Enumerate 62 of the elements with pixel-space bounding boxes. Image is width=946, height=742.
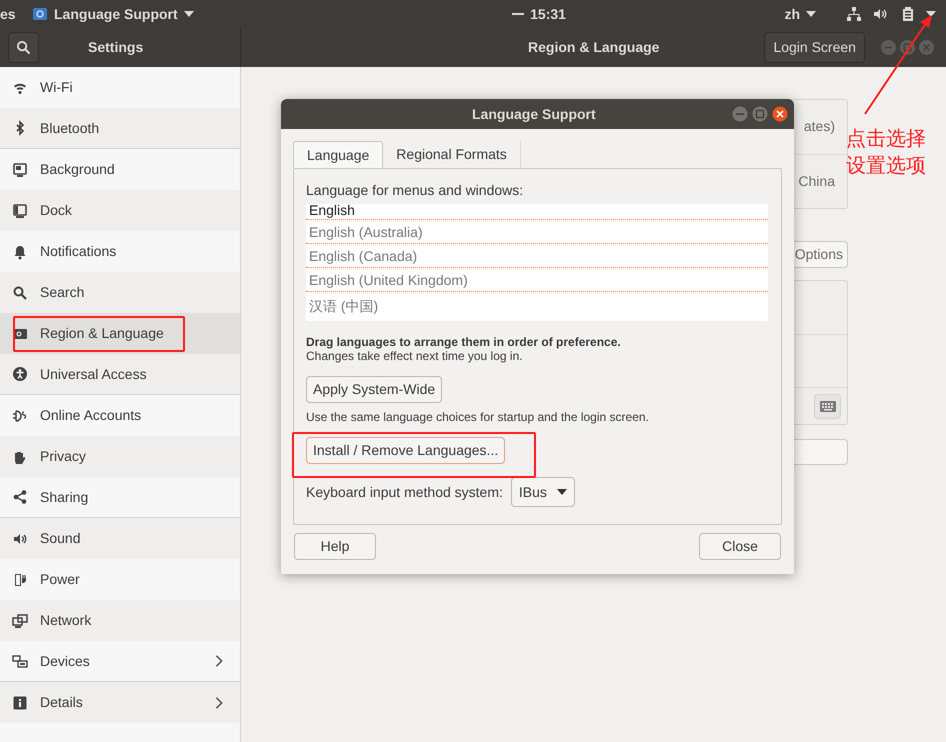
notification-dash-icon [512,13,524,15]
install-remove-languages-button[interactable]: Install / Remove Languages... [306,437,506,464]
sidebar-item[interactable]: Dock [0,190,240,231]
caret-icon [556,489,567,495]
battery-plug-icon [12,572,28,588]
search-button[interactable] [8,32,39,63]
window-title: Region & Language [528,38,660,57]
close-button[interactable]: Close [699,533,781,560]
login-screen-button[interactable]: Login Screen [764,32,865,63]
annotation-note: 点击选择设置选项 [846,127,927,179]
help-button[interactable]: Help [294,533,376,560]
system-menu-caret-icon[interactable] [926,11,936,17]
language-item[interactable]: 汉语 (中国) [306,292,768,321]
search-icon [12,284,28,300]
keyboard-icon [820,400,836,412]
activities-button[interactable]: es [0,4,20,24]
sidebar-item[interactable]: Network [0,600,240,641]
tab[interactable]: Language [293,141,384,168]
input-method-dropdown[interactable]: IBus [510,477,575,507]
sidebar-item[interactable]: Details [0,682,240,723]
sidebar-item[interactable]: Sound [0,518,240,559]
dialog-title: Language Support [472,104,596,124]
sidebar-title: Settings [88,38,144,57]
list-label: Language for menus and windows: [306,181,524,199]
sidebar-item[interactable]: Privacy [0,436,240,477]
app-menu[interactable]: Language Support [32,4,194,24]
apply-note: Use the same language choices for startup and the login screen. [306,410,650,425]
battery-icon[interactable] [902,6,914,22]
network-icon [12,612,28,628]
sidebar-item[interactable]: Universal Access [0,354,240,395]
input-source-menu[interactable]: zh [784,4,816,24]
sidebar-item[interactable]: Bluetooth [0,108,240,149]
monitor-icon [12,162,28,178]
chevron-right-icon [214,696,224,710]
chevron-right-icon [214,654,224,668]
search-icon [16,40,31,55]
apply-system-wide-button[interactable]: Apply System-Wide [306,376,442,403]
monitor-icon [12,202,28,218]
plug-icon [12,408,28,424]
changes-note: Changes take effect next time you log in. [306,349,524,364]
language-item[interactable]: English (Canada) [306,244,768,268]
share-icon [12,489,28,505]
maximize-icon[interactable] [900,40,915,55]
language-item[interactable]: English (United Kingdom) [306,268,768,292]
person-icon [12,366,28,382]
language-item[interactable]: English (Australia) [306,220,768,244]
close-icon[interactable] [772,106,788,122]
caret-icon [184,11,194,17]
sidebar-item[interactable]: Region & Language [0,313,240,354]
app-icon [32,6,48,22]
minimize-icon[interactable] [732,106,748,122]
drag-hint: Drag languages to arrange them in order of preference. [306,335,622,349]
network-icon[interactable] [846,6,862,22]
clock[interactable]: 15:31 [530,4,566,24]
caret-icon [806,11,816,17]
devices-icon [12,653,28,669]
bell-icon [12,244,28,260]
sidebar-item[interactable]: Search [0,272,240,313]
language-item[interactable]: English [306,204,768,220]
info-icon [12,694,28,710]
input-method-label: Keyboard input method system: [306,482,503,502]
keyboard-button[interactable] [814,394,841,418]
